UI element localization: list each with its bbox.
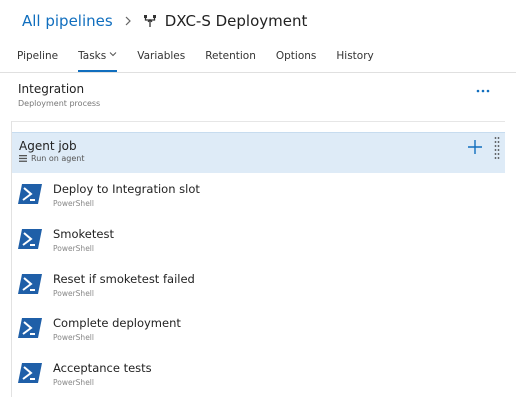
stage-title: Integration <box>18 82 85 96</box>
powershell-icon <box>18 363 42 383</box>
drag-handle-icon[interactable] <box>494 136 500 160</box>
tab-variables[interactable]: Variables <box>137 46 185 72</box>
powershell-icon <box>18 274 42 294</box>
pipeline-title: DXC-S Deployment <box>164 12 308 30</box>
powershell-icon <box>18 184 42 204</box>
tab-options[interactable]: Options <box>276 46 317 72</box>
tab-label: Tasks <box>78 50 107 62</box>
tab-retention[interactable]: Retention <box>205 46 256 72</box>
list-icon <box>19 155 27 162</box>
task-type: PowerShell <box>53 289 94 298</box>
all-pipelines-link[interactable]: All pipelines <box>22 12 113 30</box>
task-name: Reset if smoketest failed <box>53 272 195 286</box>
task-type: PowerShell <box>53 244 94 253</box>
task-item[interactable]: Acceptance tests PowerShell <box>12 352 505 396</box>
task-item[interactable]: Reset if smoketest failed PowerShell <box>12 263 505 307</box>
tab-label: Retention <box>205 50 256 62</box>
chevron-down-icon <box>109 52 117 57</box>
task-name: Complete deployment <box>53 316 181 330</box>
agent-job-subtitle: Run on agent <box>19 154 85 163</box>
task-item[interactable]: Deploy to Integration slot PowerShell <box>12 173 505 217</box>
stage-header[interactable]: Integration Deployment process <box>11 77 505 122</box>
task-item[interactable]: Complete deployment PowerShell <box>12 307 505 351</box>
task-name: Acceptance tests <box>53 361 152 375</box>
chevron-right-icon <box>125 16 131 26</box>
tab-history[interactable]: History <box>336 46 373 72</box>
agent-job-subtitle-text: Run on agent <box>31 154 85 163</box>
task-type: PowerShell <box>53 333 94 342</box>
breadcrumb: All pipelines DXC-S Deployment <box>22 9 307 33</box>
task-name: Smoketest <box>53 227 114 241</box>
task-type: PowerShell <box>53 199 94 208</box>
tab-tasks[interactable]: Tasks <box>78 46 118 72</box>
tab-label: Pipeline <box>17 50 59 62</box>
task-name: Deploy to Integration slot <box>53 182 200 196</box>
tab-label: Variables <box>137 50 186 62</box>
task-item[interactable]: Smoketest PowerShell <box>12 218 505 262</box>
agent-job-title: Agent job <box>19 139 77 153</box>
tab-divider <box>0 72 516 73</box>
tab-label: Options <box>275 50 317 62</box>
tab-bar: Pipeline Tasks Variables Retention Optio… <box>17 46 394 72</box>
stage-subtitle: Deployment process <box>18 99 101 108</box>
agent-job[interactable]: Agent job Run on agent <box>12 132 505 173</box>
task-type: PowerShell <box>53 378 94 387</box>
more-options-icon[interactable] <box>475 85 491 97</box>
powershell-icon <box>18 229 42 249</box>
release-pipeline-icon <box>143 15 156 27</box>
tab-pipeline[interactable]: Pipeline <box>17 46 58 72</box>
plus-icon[interactable] <box>467 139 483 155</box>
powershell-icon <box>18 318 42 338</box>
tab-label: History <box>336 50 374 62</box>
